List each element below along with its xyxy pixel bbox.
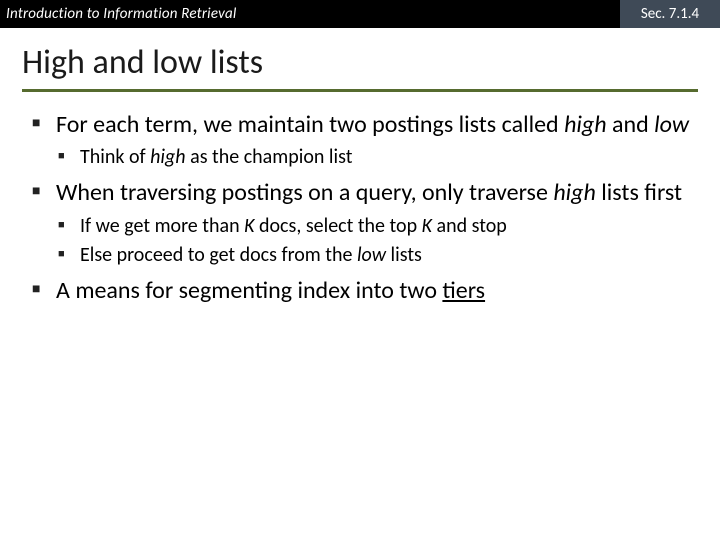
text: and [607, 110, 655, 139]
var-k: K [422, 214, 432, 238]
page-title: High and low lists [22, 42, 698, 83]
bullet-2b: Else proceed to get docs from the low li… [56, 243, 690, 268]
text: docs, select the top [254, 214, 421, 238]
text: lists first [596, 178, 682, 207]
term-high: high [553, 178, 596, 207]
bullet-2: When traversing postings on a query, onl… [30, 178, 690, 267]
term-high: high [150, 145, 185, 169]
term-low: low [357, 243, 386, 267]
text: and stop [432, 214, 507, 238]
bullet-3: A means for segmenting index into two ti… [30, 276, 690, 305]
text: When traversing postings on a query, onl… [56, 178, 553, 207]
content-area: For each term, we maintain two postings … [0, 110, 720, 305]
bullet-1a: Think of high as the champion list [56, 145, 690, 170]
text: For each term, we maintain two postings … [56, 110, 564, 139]
term-low: low [654, 110, 689, 139]
text: lists [386, 243, 422, 267]
title-rule [22, 89, 698, 92]
section-label: Sec. 7.1.4 [620, 0, 720, 28]
text: as the champion list [186, 145, 353, 169]
bullet-2a: If we get more than K docs, select the t… [56, 214, 690, 239]
bullet-1: For each term, we maintain two postings … [30, 110, 690, 170]
text: If we get more than [80, 214, 244, 238]
course-title: Introduction to Information Retrieval [0, 5, 237, 23]
bullet-list: For each term, we maintain two postings … [30, 110, 690, 305]
sub-list: Think of high as the champion list [56, 145, 690, 170]
top-bar: Introduction to Information Retrieval Se… [0, 0, 720, 28]
var-k: K [244, 214, 254, 238]
text: Think of [80, 145, 150, 169]
sub-list: If we get more than K docs, select the t… [56, 214, 690, 268]
text: Else proceed to get docs from the [80, 243, 357, 267]
text: A means for segmenting index into two [56, 276, 442, 305]
slide: Introduction to Information Retrieval Se… [0, 0, 720, 540]
term-high: high [564, 110, 607, 139]
term-tiers: tiers [442, 276, 485, 305]
title-area: High and low lists [0, 28, 720, 110]
